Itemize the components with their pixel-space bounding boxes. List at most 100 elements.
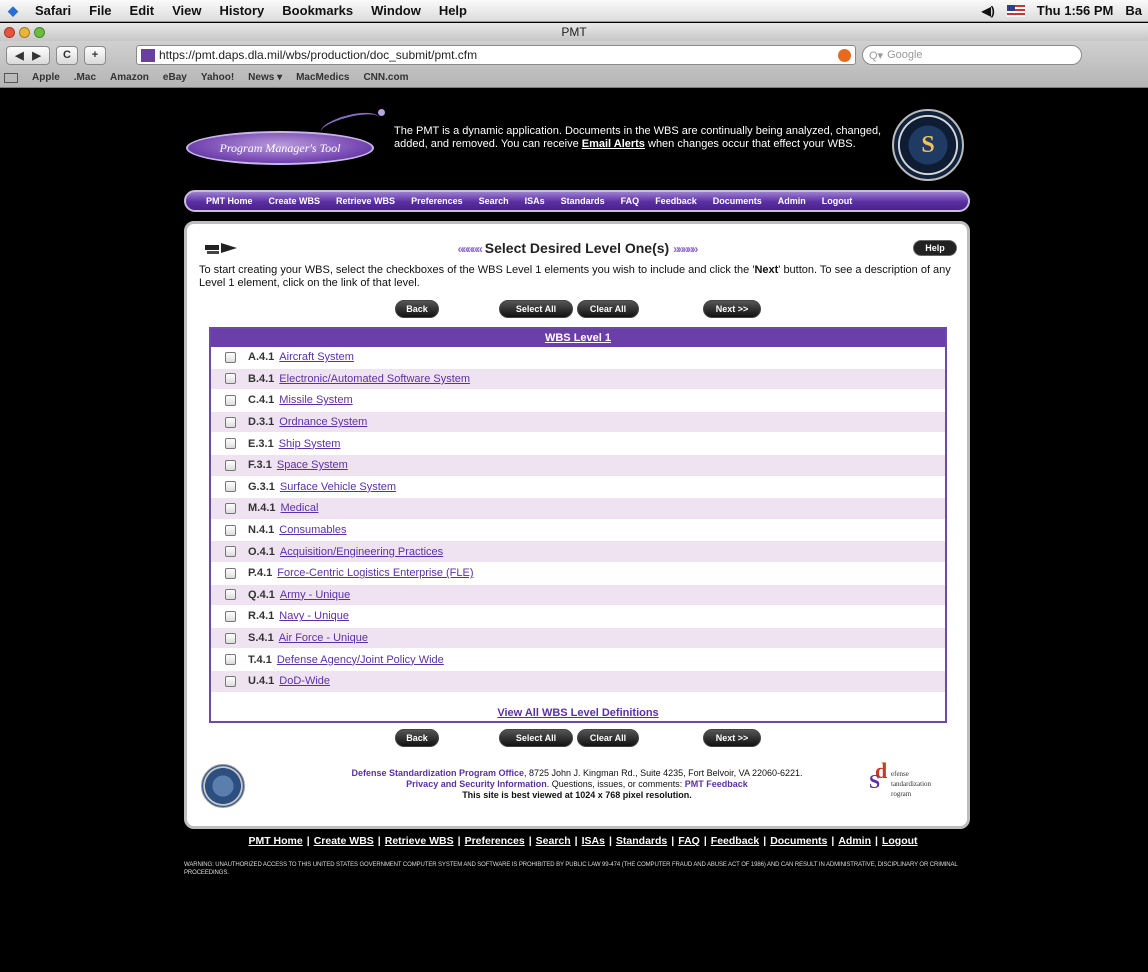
- bottom-link[interactable]: Admin: [838, 835, 871, 847]
- level1-link[interactable]: Army - Unique: [280, 589, 350, 601]
- level1-link[interactable]: Air Force - Unique: [279, 632, 368, 644]
- search-placeholder[interactable]: Google: [887, 49, 922, 61]
- volume-icon[interactable]: ◀): [982, 4, 995, 18]
- add-bookmark-button[interactable]: +: [84, 45, 106, 65]
- bookmark-item[interactable]: eBay: [163, 72, 187, 83]
- level1-link[interactable]: Surface Vehicle System: [280, 481, 396, 493]
- level1-link[interactable]: Medical: [281, 502, 319, 514]
- pmt-feedback-link[interactable]: PMT Feedback: [685, 779, 748, 789]
- menubar-user[interactable]: Ba: [1125, 3, 1142, 18]
- close-window-icon[interactable]: [4, 26, 15, 38]
- level1-checkbox[interactable]: [225, 654, 236, 666]
- nav-retrieve-wbs[interactable]: Retrieve WBS: [328, 196, 403, 206]
- dsp-office-link[interactable]: Defense Standardization Program Office: [351, 768, 524, 778]
- us-flag-input-icon[interactable]: [1006, 4, 1025, 17]
- level1-checkbox[interactable]: [225, 546, 236, 558]
- bookmark-item[interactable]: .Mac: [74, 72, 96, 83]
- level1-checkbox[interactable]: [225, 394, 236, 406]
- menu-file[interactable]: File: [80, 3, 120, 18]
- select-all-button[interactable]: Select All: [499, 729, 573, 747]
- address-bar[interactable]: https://pmt.daps.dla.mil/wbs/production/…: [136, 45, 856, 65]
- back-arrow-icon[interactable]: ◀: [15, 49, 23, 62]
- level1-link[interactable]: Defense Agency/Joint Policy Wide: [277, 654, 444, 666]
- level1-link[interactable]: Consumables: [279, 524, 346, 536]
- nav-documents[interactable]: Documents: [705, 196, 770, 206]
- clear-all-button[interactable]: Clear All: [577, 300, 639, 318]
- table-header[interactable]: WBS Level 1: [211, 329, 945, 347]
- next-button[interactable]: Next >>: [703, 729, 761, 747]
- next-button[interactable]: Next >>: [703, 300, 761, 318]
- level1-checkbox[interactable]: [225, 373, 236, 385]
- bookmark-item[interactable]: MacMedics: [296, 72, 349, 83]
- level1-link[interactable]: Ship System: [279, 438, 341, 450]
- level1-checkbox[interactable]: [225, 675, 236, 687]
- bottom-link[interactable]: PMT Home: [248, 835, 302, 847]
- bottom-link[interactable]: Feedback: [711, 835, 759, 847]
- select-all-button[interactable]: Select All: [499, 300, 573, 318]
- menu-view[interactable]: View: [163, 3, 210, 18]
- nav-standards[interactable]: Standards: [553, 196, 613, 206]
- nav-faq[interactable]: FAQ: [613, 196, 648, 206]
- menu-window[interactable]: Window: [362, 3, 430, 18]
- bottom-link[interactable]: Logout: [882, 835, 918, 847]
- email-alerts-link[interactable]: Email Alerts: [582, 138, 645, 150]
- forward-arrow-icon[interactable]: ▶: [32, 49, 40, 62]
- apple-menu-icon[interactable]: ◆: [0, 3, 26, 19]
- level1-link[interactable]: Force-Centric Logistics Enterprise (FLE): [277, 567, 473, 579]
- level1-checkbox[interactable]: [225, 632, 236, 644]
- level1-link[interactable]: DoD-Wide: [279, 675, 330, 687]
- bookmarks-book-icon[interactable]: [4, 72, 18, 83]
- menubar-clock[interactable]: Thu 1:56 PM: [1037, 3, 1114, 18]
- reload-button[interactable]: C: [56, 45, 78, 65]
- pmt-logo[interactable]: Program Manager's Tool: [186, 131, 374, 165]
- help-button[interactable]: Help: [913, 240, 957, 256]
- nav-logout[interactable]: Logout: [814, 196, 861, 206]
- level1-link[interactable]: Space System: [277, 459, 348, 471]
- level1-checkbox[interactable]: [225, 459, 236, 471]
- bookmark-item[interactable]: Yahoo!: [201, 72, 234, 83]
- level1-checkbox[interactable]: [225, 416, 236, 428]
- level1-link[interactable]: Acquisition/Engineering Practices: [280, 546, 443, 558]
- bookmark-item[interactable]: Apple: [32, 72, 60, 83]
- level1-link[interactable]: Ordnance System: [279, 416, 367, 428]
- search-field[interactable]: Q▾ Google: [862, 45, 1082, 65]
- nav-isas[interactable]: ISAs: [517, 196, 553, 206]
- stop-reload-icon[interactable]: [838, 48, 851, 62]
- bottom-link[interactable]: ISAs: [582, 835, 605, 847]
- menu-app-safari[interactable]: Safari: [26, 3, 80, 18]
- nav-admin[interactable]: Admin: [770, 196, 814, 206]
- bottom-link[interactable]: Preferences: [465, 835, 525, 847]
- bottom-link[interactable]: Create WBS: [314, 835, 374, 847]
- bottom-link[interactable]: Standards: [616, 835, 667, 847]
- nav-feedback[interactable]: Feedback: [647, 196, 705, 206]
- clear-all-button[interactable]: Clear All: [577, 729, 639, 747]
- view-all-definitions-link[interactable]: View All WBS Level Definitions: [211, 707, 945, 719]
- menu-edit[interactable]: Edit: [121, 3, 164, 18]
- level1-checkbox[interactable]: [225, 610, 236, 622]
- level1-link[interactable]: Missile System: [279, 394, 352, 406]
- level1-link[interactable]: Electronic/Automated Software System: [279, 373, 470, 385]
- level1-checkbox[interactable]: [225, 502, 236, 514]
- level1-checkbox[interactable]: [225, 589, 236, 601]
- back-button[interactable]: Back: [395, 300, 439, 318]
- address-url[interactable]: https://pmt.daps.dla.mil/wbs/production/…: [159, 48, 477, 62]
- level1-checkbox[interactable]: [225, 351, 236, 363]
- bottom-link[interactable]: Search: [536, 835, 571, 847]
- menu-help[interactable]: Help: [430, 3, 476, 18]
- level1-link[interactable]: Aircraft System: [279, 351, 354, 363]
- back-button[interactable]: Back: [395, 729, 439, 747]
- zoom-window-icon[interactable]: [34, 26, 45, 38]
- bookmark-item[interactable]: Amazon: [110, 72, 149, 83]
- privacy-link[interactable]: Privacy and Security Information: [406, 779, 547, 789]
- back-forward-buttons[interactable]: ◀ ▶: [6, 45, 50, 65]
- level1-link[interactable]: Navy - Unique: [279, 610, 349, 622]
- bookmark-item[interactable]: News ▾: [248, 72, 282, 83]
- level1-checkbox[interactable]: [225, 567, 236, 579]
- menu-history[interactable]: History: [211, 3, 274, 18]
- level1-checkbox[interactable]: [225, 481, 236, 493]
- nav-pmt-home[interactable]: PMT Home: [198, 196, 261, 206]
- bookmark-item[interactable]: CNN.com: [363, 72, 408, 83]
- nav-create-wbs[interactable]: Create WBS: [261, 196, 329, 206]
- nav-preferences[interactable]: Preferences: [403, 196, 471, 206]
- minimize-window-icon[interactable]: [19, 26, 30, 38]
